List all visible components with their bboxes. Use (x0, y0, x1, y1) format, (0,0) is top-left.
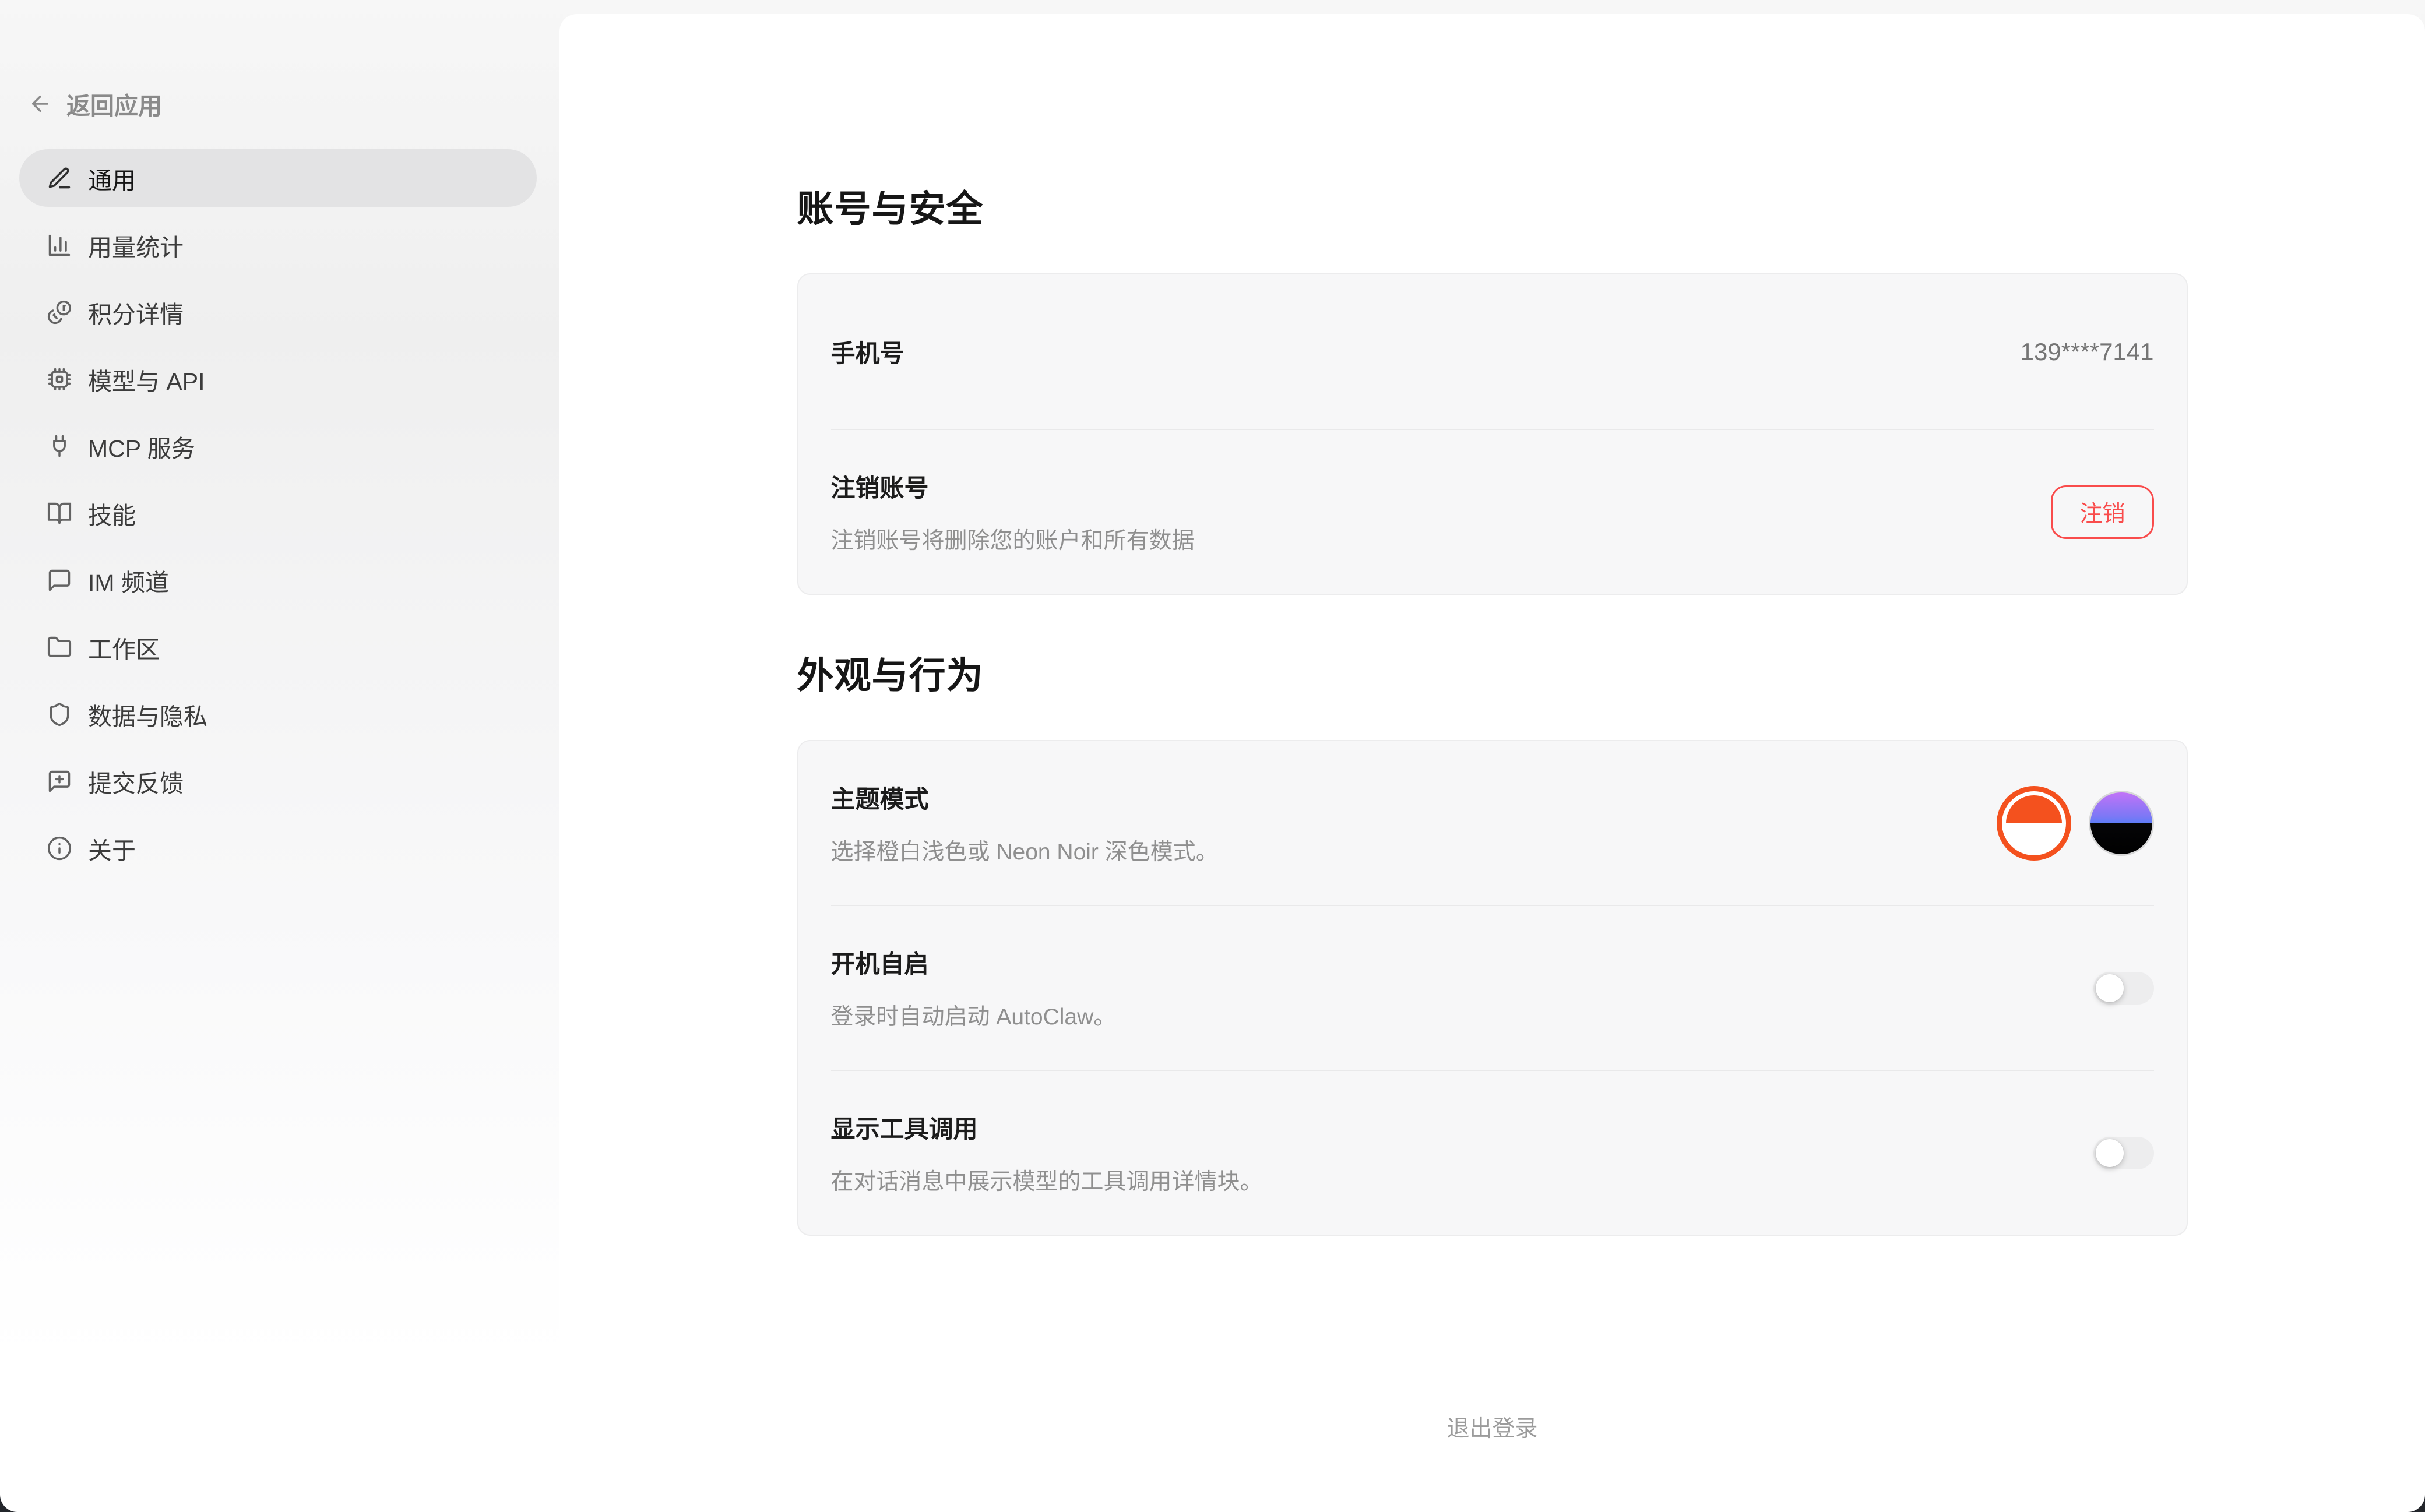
pencil-icon (47, 165, 72, 191)
sidebar-item-label: 数据与隐私 (88, 697, 207, 732)
autostart-row: 开机自启 登录时自动启动 AutoClaw。 (831, 905, 2154, 1070)
book-open-icon (47, 501, 72, 526)
sidebar-item-2[interactable]: 用量统计 (19, 216, 537, 274)
sidebar-item-label: 工作区 (88, 630, 160, 665)
toggle-knob (2096, 974, 2124, 1002)
sidebar-item-label: 模型与 API (88, 362, 205, 397)
sidebar-item-11[interactable]: 关于 (19, 819, 537, 877)
bar-chart-icon (47, 232, 72, 258)
sidebar-item-label: 用量统计 (88, 228, 184, 263)
sidebar-item-3[interactable]: 积分详情 (19, 283, 537, 341)
sidebar-item-label: IM 频道 (88, 563, 169, 598)
phone-value: 139****7141 (2021, 338, 2154, 366)
sidebar-item-1[interactable]: 通用 (19, 149, 537, 207)
arrow-left-icon (28, 91, 52, 116)
logout-button[interactable]: 退出登录 (1446, 1411, 1537, 1443)
theme-option-dark[interactable] (2089, 791, 2154, 856)
theme-mode-desc: 选择橙白浅色或 Neon Noir 深色模式。 (831, 834, 1219, 866)
info-icon (47, 836, 72, 861)
theme-mode-row: 主题模式 选择橙白浅色或 Neon Noir 深色模式。 (831, 741, 2154, 905)
appearance-card: 主题模式 选择橙白浅色或 Neon Noir 深色模式。 开机自启 登录时自动启… (797, 740, 2188, 1236)
delete-account-row: 注销账号 注销账号将删除您的账户和所有数据 注销 (831, 429, 2154, 594)
sidebar-item-label: 关于 (88, 831, 136, 866)
toggle-knob (2096, 1139, 2124, 1167)
sidebar-item-label: MCP 服务 (88, 429, 195, 464)
sidebar-item-4[interactable]: 模型与 API (19, 350, 537, 408)
theme-options (1997, 786, 2154, 861)
sidebar-item-label: 积分详情 (88, 295, 184, 330)
sidebar-item-label: 通用 (88, 161, 136, 196)
settings-window: 返回应用 通用用量统计积分详情模型与 API MCP 服务技能 IM 频道工作区数据… (0, 0, 2425, 1512)
delete-account-desc: 注销账号将删除您的账户和所有数据 (831, 523, 1195, 555)
folder-icon (47, 635, 72, 660)
autostart-desc: 登录时自动启动 AutoClaw。 (831, 999, 1117, 1031)
account-card: 手机号 139****7141 注销账号 注销账号将删除您的账户和所有数据 注销 (797, 273, 2188, 595)
sidebar-item-5[interactable]: MCP 服务 (19, 417, 537, 475)
sidebar-item-7[interactable]: IM 频道 (19, 551, 537, 609)
logout-wrap: 退出登录 (797, 1411, 2188, 1443)
main-panel: 账号与安全 手机号 139****7141 注销账号 注销账号将删除您的账户和所… (559, 14, 2425, 1509)
coins-icon (47, 299, 72, 325)
delete-account-text: 注销账号 注销账号将删除您的账户和所有数据 (831, 468, 1195, 555)
delete-account-title: 注销账号 (831, 468, 1195, 504)
phone-label: 手机号 (831, 334, 904, 369)
sidebar-item-label: 技能 (88, 496, 136, 531)
settings-content: 账号与安全 手机号 139****7141 注销账号 注销账号将删除您的账户和所… (797, 14, 2188, 1443)
toolcalls-toggle[interactable] (2093, 1137, 2154, 1169)
toolcalls-text: 显示工具调用 在对话消息中展示模型的工具调用详情块。 (831, 1109, 1263, 1196)
section-title-appearance: 外观与行为 (797, 646, 2188, 699)
theme-mode-text: 主题模式 选择橙白浅色或 Neon Noir 深色模式。 (831, 780, 1219, 866)
sidebar-item-9[interactable]: 数据与隐私 (19, 685, 537, 743)
back-to-app-button[interactable]: 返回应用 (19, 87, 162, 120)
theme-option-light[interactable] (1997, 786, 2071, 861)
sidebar-item-label: 提交反馈 (88, 764, 184, 799)
shield-icon (47, 702, 72, 727)
phone-row: 手机号 139****7141 (831, 274, 2154, 429)
theme-mode-title: 主题模式 (831, 780, 1219, 815)
back-label: 返回应用 (66, 86, 162, 121)
autostart-text: 开机自启 登录时自动启动 AutoClaw。 (831, 944, 1117, 1031)
cpu-icon (47, 366, 72, 392)
autostart-toggle[interactable] (2093, 972, 2154, 1005)
sidebar-item-6[interactable]: 技能 (19, 484, 537, 542)
sidebar-item-8[interactable]: 工作区 (19, 618, 537, 676)
autostart-title: 开机自启 (831, 944, 1117, 980)
sidebar: 返回应用 通用用量统计积分详情模型与 API MCP 服务技能 IM 频道工作区数据… (0, 0, 559, 1512)
sidebar-menu: 通用用量统计积分详情模型与 API MCP 服务技能 IM 频道工作区数据与隐私提交… (19, 149, 537, 877)
section-title-account: 账号与安全 (797, 179, 2188, 232)
toolcalls-title: 显示工具调用 (831, 1109, 1263, 1145)
sidebar-item-10[interactable]: 提交反馈 (19, 752, 537, 810)
message-square-icon (47, 568, 72, 593)
toolcalls-row: 显示工具调用 在对话消息中展示模型的工具调用详情块。 (831, 1070, 2154, 1235)
theme-light-swatch (2006, 795, 2062, 851)
delete-account-button[interactable]: 注销 (2051, 485, 2153, 539)
toolcalls-desc: 在对话消息中展示模型的工具调用详情块。 (831, 1164, 1263, 1196)
plug-icon (47, 433, 72, 459)
message-square-plus-icon (47, 769, 72, 794)
